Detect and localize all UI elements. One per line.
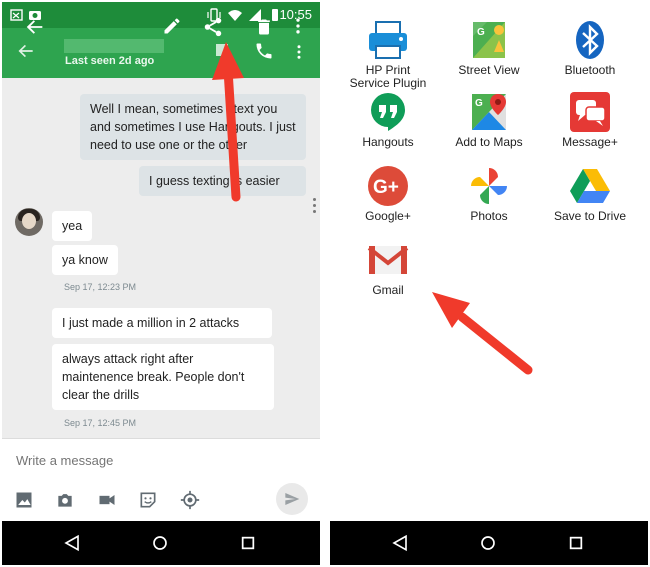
street-view-icon: G [467,18,511,62]
gallery-icon[interactable] [13,489,35,511]
compose-area [2,438,320,522]
contact-name-redacted [64,39,164,53]
message-input[interactable] [16,453,266,468]
share-label: Add to Maps [455,135,523,149]
video-call-icon[interactable] [213,41,231,59]
bluetooth-icon [568,18,612,62]
share-target-grid: HP Print Service Plugin G Street View Bl… [330,2,648,521]
phone-call-icon[interactable] [254,41,274,61]
gmail-icon [366,238,410,282]
nav-home-icon[interactable] [148,531,172,555]
share-target-street-view[interactable]: G Street View [437,18,541,77]
share-target-hp-print[interactable]: HP Print Service Plugin [336,18,440,90]
message-timestamp: Sep 17, 12:23 PM [64,282,137,292]
scroll-indicator [313,198,316,201]
share-target-gmail[interactable]: Gmail [336,238,440,297]
share-label: Photos [470,209,508,223]
android-nav-bar [330,521,648,565]
message-list[interactable]: Well I mean, sometimes I text you and so… [2,78,320,438]
nav-back-icon[interactable] [60,531,84,555]
svg-text:G: G [475,98,483,109]
share-target-save-to-drive[interactable]: Save to Drive [538,164,642,223]
camera-icon[interactable] [54,489,76,511]
photos-icon [467,164,511,208]
svg-text:G: G [477,27,485,38]
toolbar-overflow-icon[interactable] [296,43,302,61]
share-target-message-plus[interactable]: Message+ [538,90,642,149]
send-icon [285,493,300,505]
location-icon[interactable] [179,489,201,511]
last-seen-status: Last seen 2d ago [65,55,155,67]
share-label: Message+ [562,135,618,149]
share-target-photos[interactable]: Photos [437,164,541,223]
share-label: Google+ [365,209,411,223]
hangouts-conversation-screen: 10:55 Last seen 2d ago Well I mean, some… [2,2,320,565]
message-bubble-incoming[interactable]: I just made a million in 2 attacks [52,308,272,338]
drive-icon [568,164,612,208]
notification-sms-icon [10,9,23,21]
share-target-add-to-maps[interactable]: G Add to Maps [437,90,541,149]
app-bar: 10:55 Last seen 2d ago [2,2,320,78]
nav-home-icon[interactable] [476,531,500,555]
back-arrow-icon[interactable] [16,41,36,61]
android-nav-bar [2,521,320,565]
attachment-bar [2,489,320,515]
video-icon[interactable] [96,489,118,511]
conversation-toolbar [2,28,320,78]
share-label: Save to Drive [553,209,627,223]
share-target-bluetooth[interactable]: Bluetooth [538,18,642,77]
nav-back-icon[interactable] [388,531,412,555]
message-plus-icon [568,90,612,134]
maps-icon: G [467,90,511,134]
message-bubble-incoming[interactable]: yea [52,211,93,241]
share-sheet-screen: HP Print Service Plugin G Street View Bl… [330,2,648,565]
message-bubble-incoming[interactable]: always attack right after maintenence br… [52,344,274,410]
share-label: Hangouts [362,135,414,149]
share-label: Bluetooth [564,63,616,77]
hp-print-icon [366,18,410,62]
send-button[interactable] [276,483,308,515]
share-label: Street View [458,63,520,77]
screenshot-stage: 10:55 Last seen 2d ago Well I mean, some… [0,0,650,567]
message-timestamp: Sep 17, 12:45 PM [64,418,137,428]
sticker-icon[interactable] [137,489,159,511]
google-plus-icon: G+ [366,164,410,208]
message-bubble-outgoing[interactable]: Well I mean, sometimes I text you and so… [80,94,306,160]
hangouts-icon [366,90,410,134]
nav-recents-icon[interactable] [236,531,260,555]
svg-text:G+: G+ [373,177,399,198]
share-label: Gmail [372,283,404,297]
share-target-hangouts[interactable]: Hangouts [336,90,440,149]
share-target-google-plus[interactable]: G+ Google+ [336,164,440,223]
scroll-indicator [313,210,316,213]
nav-recents-icon[interactable] [564,531,588,555]
share-label: Service Plugin [349,76,427,90]
contact-avatar[interactable] [15,208,43,236]
message-bubble-outgoing[interactable]: I guess texting is easier [139,166,306,196]
scroll-indicator [313,204,316,207]
wifi-icon [228,10,242,21]
message-bubble-incoming[interactable]: ya know [52,245,118,275]
